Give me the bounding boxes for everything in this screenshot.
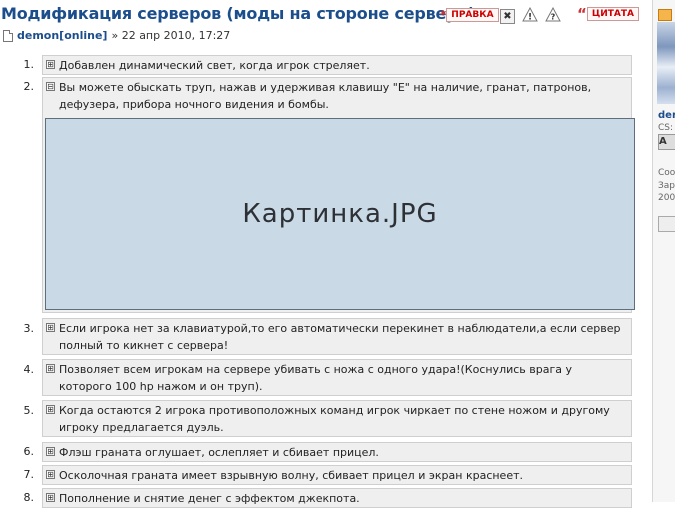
quote-button[interactable]: “ ЦИТАТА [577, 5, 639, 23]
list-number: 4. [23, 363, 35, 376]
question-icon[interactable]: ? [545, 7, 561, 22]
edit-label: ПРАВКА [446, 8, 499, 22]
list-item: ⊞ Если игрока нет за клавиатурой,то его … [42, 318, 632, 355]
list-item: ⊞ Осколочная граната имеет взрывную волн… [42, 465, 632, 485]
user-info-value: 200 [658, 193, 675, 203]
list-number: 6. [23, 445, 35, 458]
user-name[interactable]: der [658, 110, 675, 121]
user-badge: A [658, 134, 675, 150]
warning-icon[interactable]: ! [522, 7, 538, 22]
list-item: ⊞ Добавлен динамический свет, когда игро… [42, 55, 632, 75]
close-icon[interactable]: ✖ [500, 9, 515, 24]
svg-text:!: ! [528, 13, 532, 23]
svg-text:?: ? [551, 13, 556, 22]
post-title: Модификация серверов (моды на стороне се… [1, 4, 476, 23]
list-item: ⊟ Вы можете обыскать труп, нажав и удерж… [42, 77, 635, 313]
list-number: 3. [23, 322, 35, 335]
user-info-label: Соо [658, 168, 675, 178]
list-item-text: Пополнение и снятие денег с эффектом дже… [59, 492, 360, 505]
user-rank: CS: [658, 123, 674, 133]
list-number: 2. [23, 80, 35, 93]
profile-icon[interactable] [658, 216, 675, 232]
list-item-text: Позволяет всем игрокам на сервере убиват… [59, 363, 573, 393]
list-item-text: Если игрока нет за клавиатурой,то его ав… [59, 322, 621, 352]
post-area: Модификация серверов (моды на стороне се… [0, 0, 652, 508]
list-item: ⊞ Когда остаются 2 игрока противоположны… [42, 400, 632, 437]
post-date: » 22 апр 2010, 17:27 [111, 29, 231, 42]
image-placeholder[interactable]: Картинка.JPG [45, 118, 635, 310]
author-link[interactable]: demon[online] [17, 29, 107, 42]
list-number: 8. [23, 491, 35, 504]
list-item-text: Вы можете обыскать труп, нажав и удержив… [59, 81, 592, 111]
avatar [657, 22, 675, 104]
user-sidebar: der CS: A Соо Зар 200 [652, 0, 675, 502]
list-item: ⊞ Пополнение и снятие денег с эффектом д… [42, 488, 632, 508]
quote-label: ЦИТАТА [586, 7, 639, 21]
list-item-text: Добавлен динамический свет, когда игрок … [59, 59, 370, 72]
post-icon [3, 29, 13, 42]
list-number: 5. [23, 404, 35, 417]
list-item-text: Когда остаются 2 игрока противоположных … [59, 404, 610, 434]
quote-icon: “ [577, 5, 587, 23]
post-meta: demon[online] » 22 апр 2010, 17:27 [3, 29, 230, 42]
user-info-label: Зар [658, 181, 675, 191]
list-item-text: Флэш граната оглушает, ослепляет и сбива… [59, 446, 379, 459]
list-number: 1. [23, 58, 35, 71]
list-item-text: Осколочная граната имеет взрывную волну,… [59, 469, 523, 482]
mail-icon[interactable] [658, 9, 672, 21]
list-item: ⊞ Флэш граната оглушает, ослепляет и сби… [42, 442, 632, 462]
edit-button[interactable]: * ПРАВКА [440, 8, 499, 22]
list-number: 7. [23, 468, 35, 481]
list-item: ⊞ Позволяет всем игрокам на сервере убив… [42, 359, 632, 396]
